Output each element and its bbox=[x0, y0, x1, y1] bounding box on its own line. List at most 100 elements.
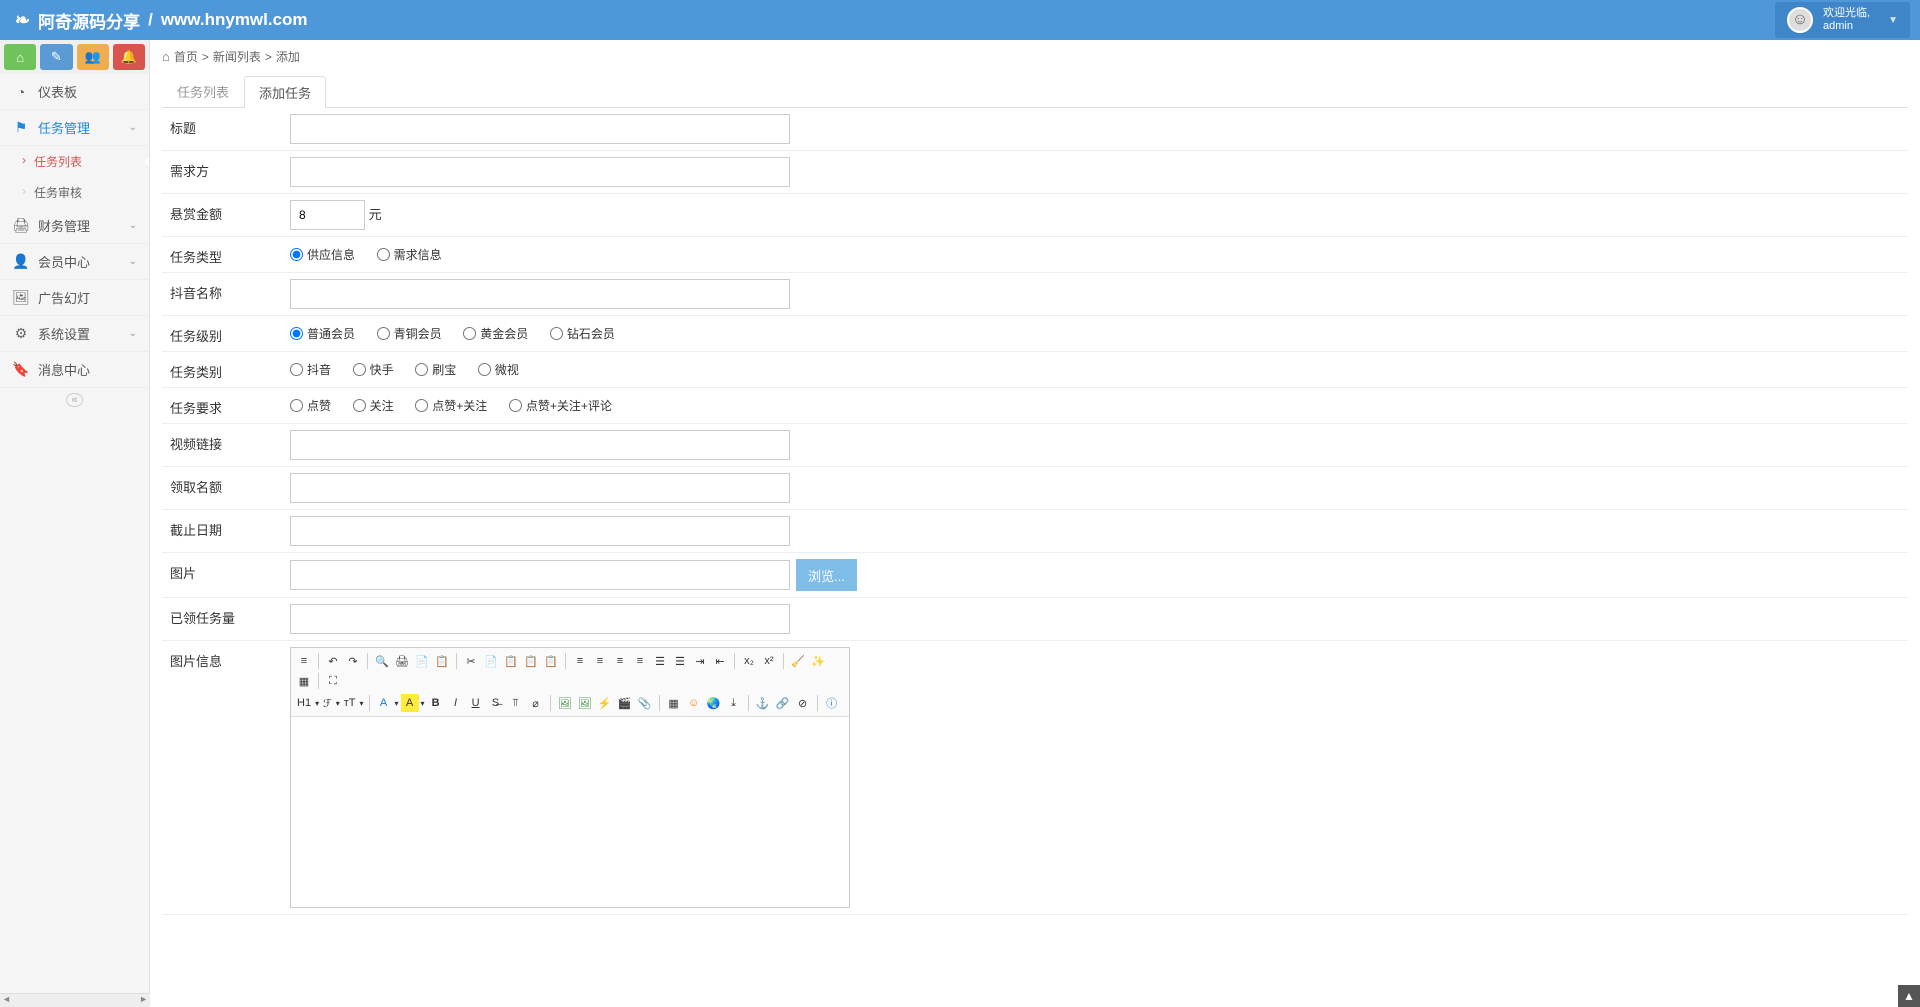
tool-alert[interactable]: 🔔 bbox=[113, 44, 145, 70]
ed-preview-icon[interactable]: 🔍 bbox=[373, 652, 391, 670]
tool-users[interactable]: 👥 bbox=[77, 44, 109, 70]
ed-list-ul-icon[interactable]: ☰ bbox=[671, 652, 689, 670]
input-video-link[interactable] bbox=[290, 430, 790, 460]
ed-align-center-icon[interactable]: ≡ bbox=[591, 652, 609, 670]
home-icon: ⌂ bbox=[16, 50, 24, 65]
ed-size-select[interactable]: тT bbox=[342, 695, 358, 711]
subnav-task-list[interactable]: 任务列表 bbox=[0, 146, 149, 177]
radio-cat-shuabao[interactable]: 刷宝 bbox=[415, 361, 456, 378]
ed-fullscreen-icon[interactable]: ⛶ bbox=[324, 672, 342, 690]
radio-req-like[interactable]: 点赞 bbox=[290, 397, 331, 414]
ed-about-icon[interactable]: ⓘ bbox=[823, 694, 841, 712]
ed-baidumap-icon[interactable]: 🌏 bbox=[705, 694, 723, 712]
nav-ads[interactable]: 🖼 广告幻灯 bbox=[0, 280, 149, 316]
ed-emoji-icon[interactable]: ☺ bbox=[685, 694, 703, 712]
ed-heading-select[interactable]: H1 bbox=[295, 695, 313, 711]
radio-req-like-follow[interactable]: 点赞+关注 bbox=[415, 397, 487, 414]
ed-selectall-icon[interactable]: ▦ bbox=[295, 672, 313, 690]
browse-button[interactable]: 浏览... bbox=[796, 559, 857, 591]
subnav-task-review[interactable]: 任务审核 bbox=[0, 177, 149, 208]
nav-member[interactable]: 👤 会员中心 ⌄ bbox=[0, 244, 149, 280]
nav-messages[interactable]: 🔖 消息中心 bbox=[0, 352, 149, 388]
tool-edit[interactable]: ✎ bbox=[40, 44, 72, 70]
ed-pasteword-icon[interactable]: 📋 bbox=[542, 652, 560, 670]
ed-sup-icon[interactable]: x² bbox=[760, 652, 778, 670]
ed-media-icon[interactable]: 🎬 bbox=[616, 694, 634, 712]
ed-indent-icon[interactable]: ⇥ bbox=[691, 652, 709, 670]
crumb-news[interactable]: 新闻列表 bbox=[213, 48, 261, 65]
ed-redo-icon[interactable]: ↷ bbox=[344, 652, 362, 670]
ed-template-icon[interactable]: 📄 bbox=[413, 652, 431, 670]
ed-forecolor-icon[interactable]: A bbox=[375, 694, 393, 712]
ed-undo-icon[interactable]: ↶ bbox=[324, 652, 342, 670]
ed-removeformat-icon[interactable]: ⌀ bbox=[527, 694, 545, 712]
ed-pagebreak-icon[interactable]: ⤓ bbox=[725, 694, 743, 712]
ed-multiimage-icon[interactable]: 🖼 bbox=[576, 694, 594, 712]
input-claim-limit[interactable] bbox=[290, 473, 790, 503]
radio-type-demand[interactable]: 需求信息 bbox=[377, 246, 442, 263]
input-reward[interactable] bbox=[290, 200, 365, 230]
ed-anchor-icon[interactable]: ⚓ bbox=[754, 694, 772, 712]
horizontal-scrollbar[interactable] bbox=[0, 993, 150, 1007]
ed-table-icon[interactable]: ▦ bbox=[665, 694, 683, 712]
ed-quickformat-icon[interactable]: ✨ bbox=[809, 652, 827, 670]
radio-level-bronze[interactable]: 青铜会员 bbox=[377, 325, 442, 342]
radio-level-gold[interactable]: 黄金会员 bbox=[463, 325, 528, 342]
crumb-home[interactable]: 首页 bbox=[174, 48, 198, 65]
ed-strike-icon[interactable]: S̶ bbox=[487, 694, 505, 712]
radio-cat-weishi[interactable]: 微视 bbox=[478, 361, 519, 378]
ed-font-select[interactable]: ℱ bbox=[321, 695, 334, 712]
ed-pasteplain-icon[interactable]: 📋 bbox=[522, 652, 540, 670]
ed-backcolor-icon[interactable]: A bbox=[401, 694, 419, 712]
nav-system[interactable]: ⚙ 系统设置 ⌄ bbox=[0, 316, 149, 352]
radio-req-follow[interactable]: 关注 bbox=[353, 397, 394, 414]
scroll-to-top-button[interactable]: ▲ bbox=[1898, 985, 1920, 1007]
radio-level-normal[interactable]: 普通会员 bbox=[290, 325, 355, 342]
ed-underline-icon[interactable]: U bbox=[467, 694, 485, 712]
tab-task-list[interactable]: 任务列表 bbox=[162, 75, 244, 107]
input-title[interactable] bbox=[290, 114, 790, 144]
radio-type-supply[interactable]: 供应信息 bbox=[290, 246, 355, 263]
ed-align-right-icon[interactable]: ≡ bbox=[611, 652, 629, 670]
radio-level-diamond[interactable]: 钻石会员 bbox=[550, 325, 615, 342]
ed-file-icon[interactable]: 📎 bbox=[636, 694, 654, 712]
ed-cut-icon[interactable]: ✂ bbox=[462, 652, 480, 670]
nav-finance[interactable]: 🖨 财务管理 ⌄ bbox=[0, 208, 149, 244]
ed-clear-icon[interactable]: 🧹 bbox=[789, 652, 807, 670]
ed-italic-icon[interactable]: I bbox=[447, 694, 465, 712]
ed-print-icon[interactable]: 🖨 bbox=[393, 652, 411, 670]
ed-outdent-icon[interactable]: ⇤ bbox=[711, 652, 729, 670]
ed-image-icon[interactable]: 🖼 bbox=[556, 694, 574, 712]
tool-home[interactable]: ⌂ bbox=[4, 44, 36, 70]
nav-dashboard[interactable]: ◔ 仪表板 bbox=[0, 74, 149, 110]
radio-req-all[interactable]: 点赞+关注+评论 bbox=[509, 397, 612, 414]
ed-flash-icon[interactable]: ⚡ bbox=[596, 694, 614, 712]
radio-cat-kuaishou[interactable]: 快手 bbox=[353, 361, 394, 378]
input-claimed[interactable] bbox=[290, 604, 790, 634]
ed-unlink-icon[interactable]: ⊘ bbox=[794, 694, 812, 712]
ed-align-left-icon[interactable]: ≡ bbox=[571, 652, 589, 670]
user-menu[interactable]: ☺ 欢迎光临, admin ▼ bbox=[1775, 2, 1910, 38]
label-demander: 需求方 bbox=[162, 151, 282, 194]
ed-list-ol-icon[interactable]: ☰ bbox=[651, 652, 669, 670]
input-deadline[interactable] bbox=[290, 516, 790, 546]
ed-copy-icon[interactable]: 📄 bbox=[482, 652, 500, 670]
input-douyin-name[interactable] bbox=[290, 279, 790, 309]
ed-link-icon[interactable]: 🔗 bbox=[774, 694, 792, 712]
editor-body[interactable] bbox=[291, 717, 849, 907]
ed-sub-icon[interactable]: x₂ bbox=[740, 652, 758, 670]
ed-code-icon[interactable]: 📋 bbox=[433, 652, 451, 670]
collapse-sidebar[interactable]: « bbox=[0, 388, 149, 412]
label-video-link: 视频链接 bbox=[162, 424, 282, 467]
ed-lineheight-icon[interactable]: ⫪ bbox=[507, 694, 525, 712]
ed-align-justify-icon[interactable]: ≡ bbox=[631, 652, 649, 670]
ed-paste-icon[interactable]: 📋 bbox=[502, 652, 520, 670]
radio-type: 供应信息 需求信息 bbox=[282, 237, 1908, 273]
radio-cat-douyin[interactable]: 抖音 bbox=[290, 361, 331, 378]
tab-add-task[interactable]: 添加任务 bbox=[244, 76, 326, 108]
input-image-path[interactable] bbox=[290, 560, 790, 590]
input-demander[interactable] bbox=[290, 157, 790, 187]
nav-task-mgmt[interactable]: ⚑ 任务管理 ⌄ bbox=[0, 110, 149, 146]
ed-bold-icon[interactable]: B bbox=[427, 694, 445, 712]
ed-source-icon[interactable]: ≡ bbox=[295, 652, 313, 670]
